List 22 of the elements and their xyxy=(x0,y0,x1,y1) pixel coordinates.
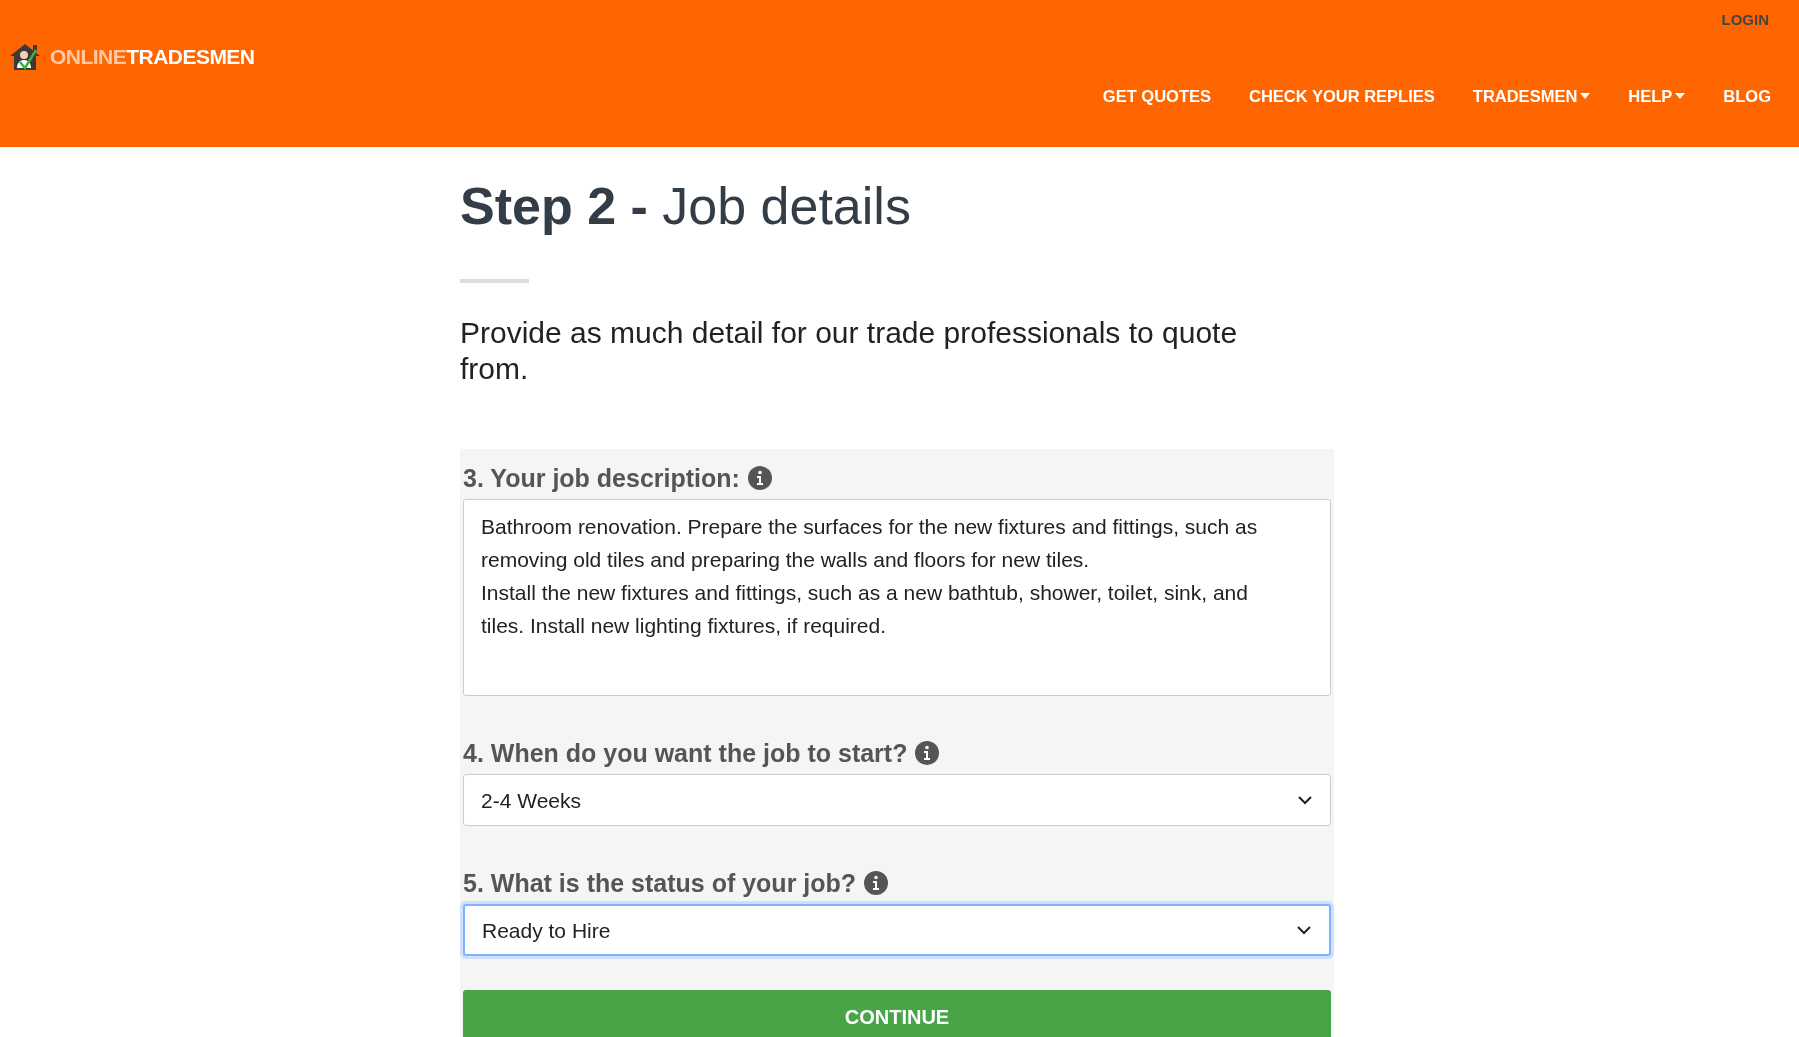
nav-link[interactable]: TRADESMEN xyxy=(1472,84,1591,109)
login-link[interactable]: LOGIN xyxy=(1721,9,1769,32)
field-label: 3. Your job description: xyxy=(463,463,740,495)
field-label: 5. What is the status of your job? xyxy=(463,868,857,900)
chevron-down-icon xyxy=(1297,795,1313,806)
info-icon[interactable] xyxy=(915,741,940,766)
info-icon[interactable] xyxy=(864,871,889,896)
intro-text: Provide as much detail for our trade professionals to quote from. xyxy=(460,315,1239,388)
chevron-down-icon xyxy=(1296,925,1312,936)
nav-link[interactable]: CHECK YOUR REPLIES xyxy=(1249,84,1435,109)
brand-name[interactable]: ONLINETRADESMEN xyxy=(50,41,255,73)
page-heading: Step 2 - Job details xyxy=(460,176,912,237)
field-label: 4. When do you want the job to start? xyxy=(463,738,908,770)
select-field[interactable]: 2-4 Weeks xyxy=(463,774,1331,827)
info-icon[interactable] xyxy=(747,466,772,491)
nav-link[interactable]: GET QUOTES xyxy=(1102,84,1211,109)
continue-button[interactable]: CONTINUE xyxy=(463,990,1331,1037)
nav-link[interactable]: BLOG xyxy=(1723,84,1771,109)
description-textarea[interactable]: Bathroom renovation. Prepare the surfaces for the new fixtures and fittings, such as removing old tiles and preparing the walls and floors for new tiles. Install the new fixtures and fittings, such as a new bathtub, shower, toilet, sink, and tiles. Install new lighting fixtures, if required. xyxy=(463,499,1331,697)
select-field[interactable]: Ready to Hire xyxy=(463,904,1331,957)
nav-link[interactable]: HELP xyxy=(1628,84,1686,109)
house-logo-icon xyxy=(8,41,42,72)
